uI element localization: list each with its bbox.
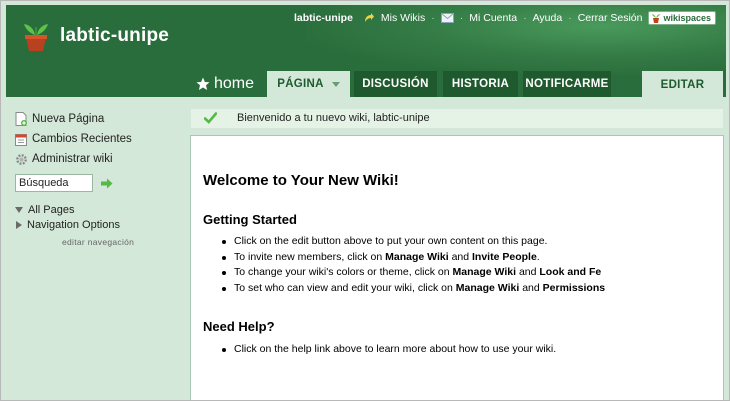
tab-discussion-label: DISCUSIÓN xyxy=(362,78,429,90)
home-tab[interactable]: home xyxy=(196,71,254,97)
collapsed-triangle-icon[interactable] xyxy=(16,220,22,229)
my-account-link[interactable]: Mi Cuenta xyxy=(469,12,517,24)
tab-discussion[interactable]: DISCUSIÓN xyxy=(354,71,437,97)
edit-button[interactable]: EDITAR xyxy=(642,71,723,98)
wikispaces-badge[interactable]: wikispaces xyxy=(648,11,716,25)
flash-message-text: Bienvenido a tu nuevo wiki, labtic-unipe xyxy=(237,112,430,124)
sign-out-link[interactable]: Cerrar Sesión xyxy=(578,12,643,24)
sidebar-item-manage-wiki[interactable]: Administrar wiki xyxy=(14,149,186,169)
gear-icon xyxy=(14,152,28,166)
list-item: To change your wiki's colors or theme, c… xyxy=(221,265,611,281)
need-help-list: Click on the help link above to learn mo… xyxy=(221,342,611,358)
list-item: Click on the help link above to learn mo… xyxy=(221,342,611,358)
home-tab-label: home xyxy=(214,75,255,92)
top-navigation: labtic-unipe Mis Wikis · · Mi Cuenta · A… xyxy=(294,9,716,27)
sidebar-item-label: Cambios Recientes xyxy=(32,133,132,145)
search-row xyxy=(15,174,186,192)
tab-page-label: PÁGINA xyxy=(277,78,324,90)
site-title[interactable]: labtic-unipe xyxy=(60,25,169,47)
my-wikis-link[interactable]: Mis Wikis xyxy=(381,12,425,24)
sidebar-item-recent-changes[interactable]: Cambios Recientes xyxy=(14,129,186,149)
search-go-button[interactable] xyxy=(99,176,113,190)
flash-message: Bienvenido a tu nuevo wiki, labtic-unipe xyxy=(191,109,723,128)
getting-started-list: Click on the edit button above to put yo… xyxy=(221,234,611,296)
tab-notify[interactable]: NOTIFICARME xyxy=(523,71,611,97)
potted-plant-icon xyxy=(652,14,661,23)
tree-item-label: Navigation Options xyxy=(27,218,120,231)
sidebar-item-label: Nueva Página xyxy=(32,113,105,125)
wikispaces-label: wikispaces xyxy=(663,13,711,23)
chevron-down-icon[interactable] xyxy=(331,81,340,87)
checkmark-icon xyxy=(203,112,218,127)
getting-started-heading: Getting Started xyxy=(203,212,297,227)
help-link[interactable]: Ayuda xyxy=(533,12,563,24)
manage-wiki-ref: Manage Wiki xyxy=(385,250,449,263)
list-item: To set who can view and edit your wiki, … xyxy=(221,281,611,297)
star-icon xyxy=(196,77,210,90)
edit-button-label: EDITAR xyxy=(660,78,705,91)
green-arrow-icon xyxy=(100,178,112,188)
calendar-icon xyxy=(14,132,28,146)
page-title: Welcome to Your New Wiki! xyxy=(203,172,399,189)
tree-item-label: All Pages xyxy=(28,203,75,216)
topnav-separator: · xyxy=(568,12,572,24)
list-item: Click on the edit button above to put yo… xyxy=(221,234,611,250)
sidebar: Nueva Página Cambios Recientes Administr… xyxy=(6,109,186,247)
page-content: Welcome to Your New Wiki! Getting Starte… xyxy=(190,135,724,400)
expanded-triangle-icon[interactable] xyxy=(15,206,23,213)
manage-wiki-ref: Manage Wiki xyxy=(455,281,520,294)
topnav-separator: · xyxy=(431,12,435,24)
tab-notify-label: NOTIFICARME xyxy=(525,78,609,90)
search-input[interactable] xyxy=(15,174,93,192)
look-and-feel-ref: Look and Fe xyxy=(539,266,602,278)
page-tree: All Pages Navigation Options xyxy=(15,202,186,232)
invite-people-ref: Invite People xyxy=(472,250,537,263)
manage-wiki-ref: Manage Wiki xyxy=(452,266,517,278)
tab-history[interactable]: HISTORIA xyxy=(443,71,518,97)
tree-item-all-pages[interactable]: All Pages xyxy=(15,202,186,217)
topnav-separator: · xyxy=(459,12,464,24)
username-link[interactable]: labtic-unipe xyxy=(294,12,353,24)
list-item: To invite new members, click on Manage W… xyxy=(221,250,611,266)
tab-history-label: HISTORIA xyxy=(451,78,510,90)
browser-frame: labtic-unipe labtic-unipe Mis Wikis · · … xyxy=(0,0,730,401)
envelope-icon[interactable] xyxy=(440,13,454,23)
tab-page[interactable]: PÁGINA xyxy=(267,71,350,97)
need-help-heading: Need Help? xyxy=(203,319,275,334)
new-page-icon xyxy=(14,112,28,126)
green-arrow-icon[interactable] xyxy=(363,12,375,24)
sidebar-item-new-page[interactable]: Nueva Página xyxy=(14,109,186,129)
tree-item-navigation-options[interactable]: Navigation Options xyxy=(15,217,186,232)
topnav-separator: · xyxy=(523,12,527,24)
sidebar-item-label: Administrar wiki xyxy=(32,153,113,165)
edit-navigation-link[interactable]: editar navegación xyxy=(62,237,186,247)
permissions-ref: Permissions xyxy=(542,281,606,294)
potted-plant-icon[interactable] xyxy=(20,17,52,53)
